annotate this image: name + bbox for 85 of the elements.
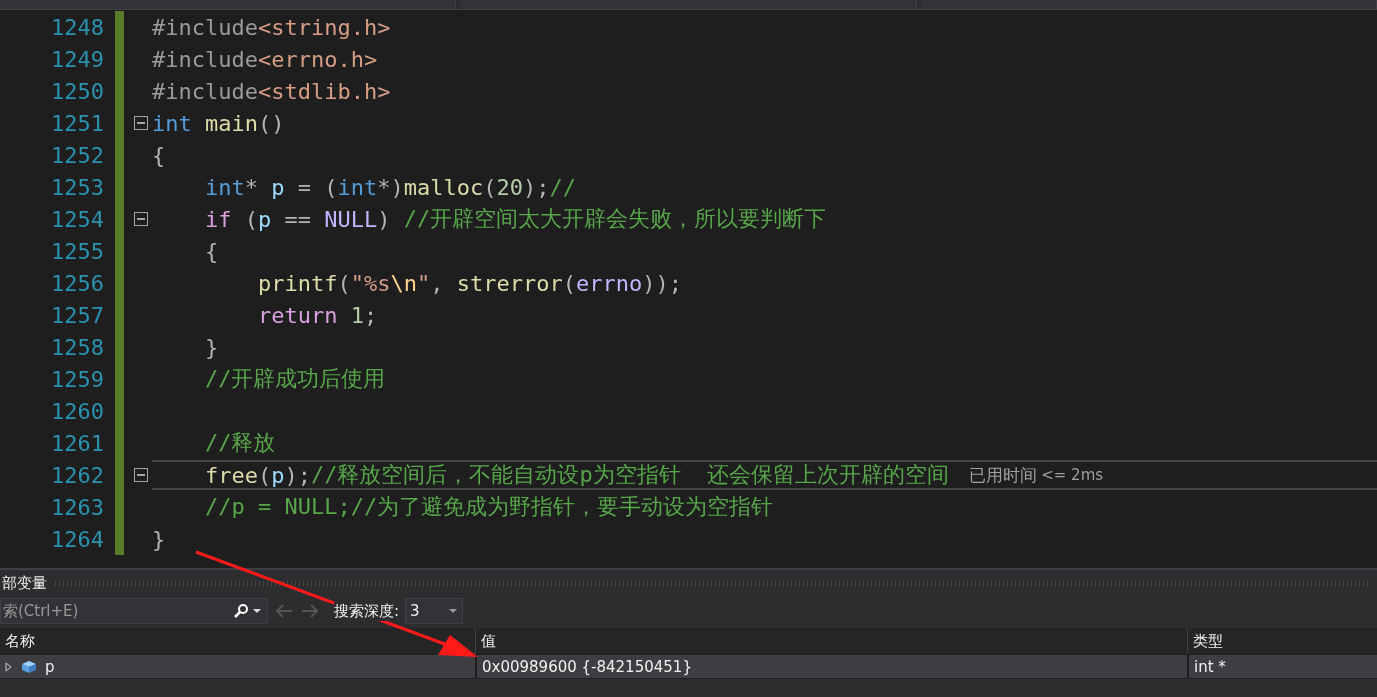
- code-token: (: [243, 206, 258, 232]
- line-number: 1250: [50, 78, 104, 104]
- line-number: 1261: [50, 430, 104, 456]
- code-token: ): [377, 206, 392, 232]
- panel-title: 部变量: [2, 573, 47, 593]
- code-token: free: [203, 462, 258, 488]
- line-number: 1258: [50, 334, 104, 360]
- code-token: }: [203, 334, 219, 360]
- code-token: {: [152, 142, 166, 168]
- code-token: main: [204, 110, 258, 136]
- code-token: ));: [642, 270, 682, 296]
- code-token: ,: [430, 270, 445, 296]
- search-depth-label: 搜索深度:: [334, 601, 400, 621]
- code-token: #include: [152, 14, 258, 40]
- code-token: *): [377, 174, 404, 200]
- line-number: 1259: [50, 366, 104, 392]
- line-number: 1254: [50, 206, 104, 232]
- code-token: //释放空间后，不能自动设p为空指针 还会保留上次开辟的空间: [310, 461, 950, 489]
- code-token: ==: [283, 206, 312, 232]
- line-number: 1252: [50, 142, 104, 168]
- code-token: //开辟空间太大开辟会失败，所以要判断下: [403, 205, 827, 233]
- code-token: #include: [152, 46, 258, 72]
- code-token: (: [337, 270, 351, 296]
- code-token: int: [203, 174, 245, 200]
- code-token: *: [244, 174, 259, 200]
- cube-icon: [21, 659, 37, 674]
- code-token: 1: [349, 302, 364, 328]
- code-token: //p = NULL;//为了避免成为野指针，要手动设为空指针: [203, 493, 774, 521]
- code-token: (: [483, 174, 497, 200]
- code-token: ;: [363, 302, 378, 328]
- line-number: 1253: [50, 174, 104, 200]
- line-number: 1262: [50, 462, 104, 488]
- code-token: if: [203, 206, 232, 232]
- change-marker: [115, 11, 124, 43]
- line-number: 1248: [50, 14, 104, 40]
- code-token: ": [416, 270, 431, 296]
- line-number: 1249: [50, 46, 104, 72]
- code-token: malloc: [403, 174, 484, 200]
- line-number: 1251: [50, 110, 104, 136]
- code-token: p: [271, 462, 285, 488]
- code-token: int: [152, 110, 192, 136]
- code-token: <errno.h>: [257, 46, 378, 72]
- perf-tip-label: 已用时间: [969, 463, 1038, 487]
- line-number: 1260: [50, 398, 104, 424]
- collapse-icon[interactable]: [134, 212, 148, 226]
- code-token: {: [203, 238, 219, 264]
- code-token: p: [258, 206, 272, 232]
- code-token: <string.h>: [257, 14, 391, 40]
- code-token: (): [258, 110, 285, 136]
- line-number: 1257: [50, 302, 104, 328]
- code-token: \n: [390, 270, 417, 296]
- code-token: strerror: [456, 270, 563, 296]
- code-token: //开辟成功后使用: [203, 365, 386, 393]
- code-token: int: [337, 174, 378, 200]
- code-token: "%s: [350, 270, 391, 296]
- code-token: #include: [152, 78, 258, 104]
- line-number: 1264: [50, 526, 104, 552]
- code-token: NULL: [324, 206, 378, 232]
- column-header[interactable]: 名称: [0, 628, 475, 654]
- line-number: 1256: [50, 270, 104, 296]
- code-token: );: [284, 462, 311, 488]
- code-token: (: [257, 462, 272, 488]
- code-token: <stdlib.h>: [257, 78, 391, 104]
- variable-name: p: [45, 657, 55, 676]
- collapse-icon[interactable]: [134, 116, 148, 130]
- depth-dropdown[interactable]: 3: [405, 598, 464, 624]
- code-token: errno: [575, 270, 643, 296]
- variable-type: int *: [1187, 655, 1377, 678]
- dropdown-caret-icon[interactable]: [448, 607, 459, 615]
- code-token: 20: [496, 174, 523, 200]
- code-token: printf: [256, 270, 338, 296]
- perf-tip-value: <= 2ms: [1041, 466, 1104, 484]
- expand-arrow-icon[interactable]: [5, 661, 13, 672]
- code-token: = (: [296, 174, 338, 200]
- change-marker: [115, 523, 124, 555]
- code-token: p: [271, 174, 285, 200]
- line-number: 1263: [50, 494, 104, 520]
- code-token: }: [152, 526, 166, 552]
- code-token: return: [256, 302, 338, 328]
- code-token: );: [522, 174, 550, 200]
- line-number: 1255: [50, 238, 104, 264]
- code-token: //释放: [203, 429, 276, 457]
- code-token: (: [562, 270, 576, 296]
- code-token: //: [549, 174, 576, 200]
- collapse-icon[interactable]: [134, 468, 148, 482]
